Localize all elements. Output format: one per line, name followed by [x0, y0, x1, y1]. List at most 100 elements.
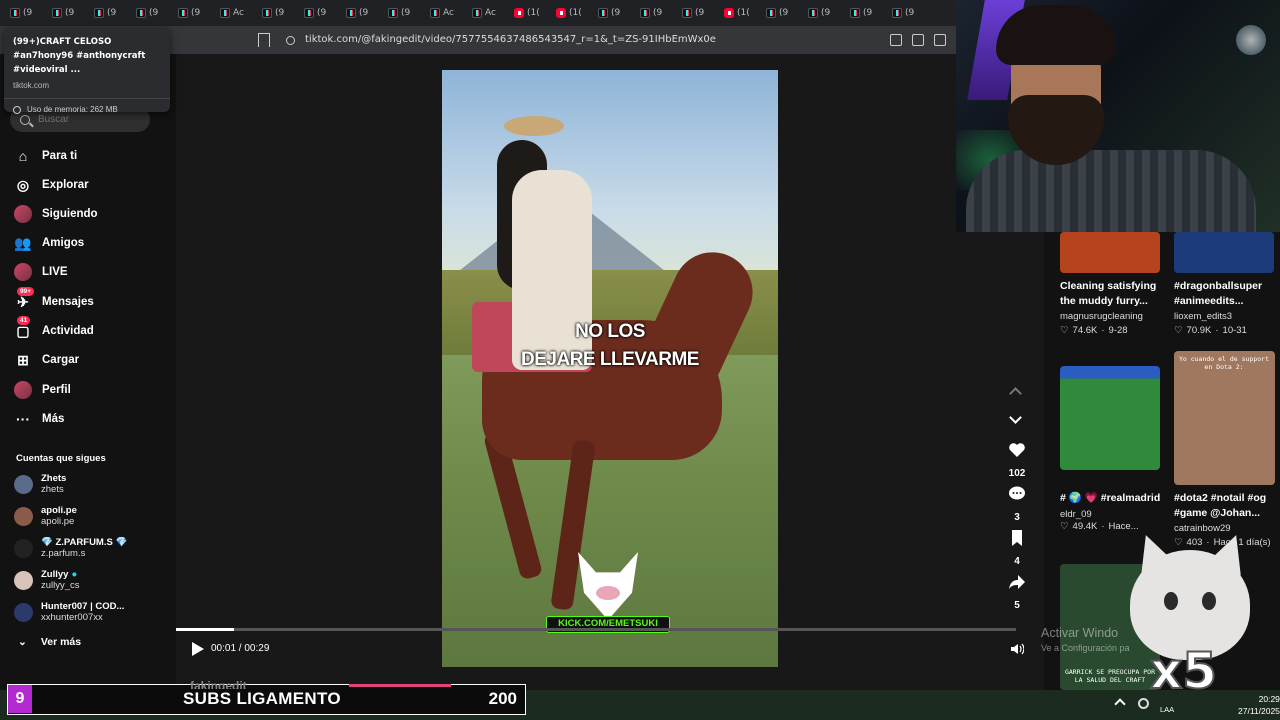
following-account[interactable]: Hunter007 | COD... xxhunter007xx [14, 601, 124, 624]
browser-tab[interactable]: (9 [172, 3, 214, 23]
avatar [14, 507, 33, 526]
recommendation-thumbnail[interactable] [1174, 232, 1274, 273]
search-icon [20, 114, 30, 125]
screen-capture-icon[interactable] [912, 34, 924, 46]
notification-badge: 99+ [17, 287, 35, 296]
recommendation-user[interactable]: magnusrugcleaning [1060, 311, 1143, 322]
bookmark-icon[interactable] [258, 33, 270, 47]
browser-tab[interactable]: (9 [130, 3, 172, 23]
browser-tab[interactable]: (1( [508, 3, 550, 23]
memory-usage: Uso de memoria: 262 MB [27, 105, 118, 114]
clock[interactable]: 20:29 27/11/2025 [1238, 693, 1280, 717]
account-name-text: Hunter007 | COD... [41, 601, 125, 612]
recommendation-thumbnail[interactable] [1060, 232, 1160, 273]
sidebar-item-mensajes[interactable]: ✈ 99+ Mensajes [14, 287, 94, 312]
video-author-partial[interactable]: fakingedit [190, 679, 300, 689]
following-account[interactable]: Zhets zhets [14, 473, 66, 496]
tiktok-icon [136, 8, 146, 18]
sidebar-item-live[interactable]: LIVE [14, 262, 68, 282]
browser-tab[interactable]: (1( [550, 3, 592, 23]
activity-icon: ▢ 41 [16, 316, 31, 339]
volume-icon[interactable] [1010, 643, 1024, 655]
comment-button[interactable]: 3 [1005, 485, 1029, 523]
tab-label: (9 [695, 8, 705, 18]
recommendation-meta: ♡ 74.6K · 9-28 [1060, 325, 1128, 336]
sidebar-item-label: LIVE [42, 266, 68, 278]
recommendation-user[interactable]: lioxem_edits3 [1174, 311, 1232, 322]
like-button[interactable]: 102 [1005, 441, 1029, 479]
sidebar-item-label: Cargar [42, 354, 80, 366]
search-input[interactable] [38, 114, 138, 125]
recommendation-thumbnail[interactable] [1060, 366, 1160, 470]
play-icon[interactable] [192, 642, 204, 656]
cat-eye [1164, 592, 1178, 610]
recommendation-title[interactable]: #dota2 #notail #og #game @Johan... [1174, 491, 1278, 521]
browser-tab[interactable]: (9 [256, 3, 298, 23]
browser-tab[interactable]: (9 [676, 3, 718, 23]
sidebar-item-más[interactable]: ··· Más [14, 409, 64, 429]
browser-tab[interactable]: (9 [4, 3, 46, 23]
sidebar-item-explorar[interactable]: ◎ Explorar [14, 175, 89, 195]
sidebar-item-label: Mensajes [42, 296, 94, 308]
following-account[interactable]: apoli.pe apoli.pe [14, 505, 77, 528]
browser-tab[interactable]: (9 [592, 3, 634, 23]
tiktok-icon [850, 8, 860, 18]
recommendation-title[interactable]: #dragonballsuper #animeedits... [1174, 279, 1278, 309]
tab-label: (9 [779, 8, 789, 18]
save-button[interactable]: 4 [1005, 529, 1029, 567]
browser-tab[interactable]: (9 [844, 3, 886, 23]
browser-tab[interactable]: (9 [46, 3, 88, 23]
avatar [14, 539, 33, 558]
recommendation-likes: 74.6K [1072, 325, 1098, 336]
recommendation-thumbnail[interactable]: Yo cuando el de support en Dota 2: [1174, 351, 1275, 485]
following-account[interactable]: Zullyy ● zullyy_cs [14, 569, 80, 592]
sidebar-item-actividad[interactable]: ▢ 41 Actividad [14, 316, 94, 341]
site-info-icon[interactable] [286, 36, 295, 45]
browser-tab[interactable]: (9 [634, 3, 676, 23]
tab-label: Ac [485, 8, 496, 18]
see-more-button[interactable]: ⌄ Ver más [18, 636, 81, 648]
clock-time: 20:29 [1258, 694, 1280, 704]
account-handle: apoli.pe [41, 516, 75, 527]
account-text: 💎 Z.PARFUM.S 💎 z.parfum.s [41, 537, 127, 560]
browser-tab[interactable]: (9 [340, 3, 382, 23]
browser-tab[interactable]: Ac [424, 3, 466, 23]
reader-mode-icon[interactable] [890, 34, 902, 46]
following-account[interactable]: 💎 Z.PARFUM.S 💎 z.parfum.s [14, 537, 127, 560]
browser-tab[interactable]: (9 [88, 3, 130, 23]
sidebar-item-amigos[interactable]: 👥 Amigos [14, 233, 84, 253]
video-frame[interactable]: NO LOS DEJARE LLEVARME KICK.COM/EMETSUKI [442, 70, 778, 667]
tiktok-icon [640, 8, 650, 18]
tab-label: (9 [65, 8, 75, 18]
browser-tab[interactable]: Ac [466, 3, 508, 23]
browser-tab[interactable]: (1( [718, 3, 760, 23]
clock-date: 27/11/2025 [1238, 706, 1280, 716]
browser-tab[interactable]: (9 [382, 3, 424, 23]
recommendation-likes: 70.9K [1186, 325, 1212, 336]
share-page-icon[interactable] [934, 34, 946, 46]
sidebar-item-perfil[interactable]: Perfil [14, 380, 71, 400]
tiktok-icon [388, 8, 398, 18]
recommendation-user[interactable]: eldr_09 [1060, 509, 1092, 520]
browser-tab[interactable]: (9 [886, 3, 928, 23]
browser-tab[interactable]: (9 [802, 3, 844, 23]
share-button[interactable]: 5 [1005, 573, 1029, 611]
recommendation-title[interactable]: # 🌍 💗 #realmadrid [1060, 491, 1164, 506]
sidebar-item-siguiendo[interactable]: Siguiendo [14, 204, 98, 224]
video-progress-bar[interactable] [176, 628, 1016, 631]
comment-icon [1009, 486, 1025, 500]
url-text[interactable]: tiktok.com/@fakingedit/video/75775546374… [305, 34, 716, 45]
comment-count: 3 [1014, 512, 1020, 523]
browser-tab[interactable]: (9 [760, 3, 802, 23]
recommendation-title[interactable]: Cleaning satisfying the muddy furry... [1060, 279, 1164, 309]
sidebar-item-cargar[interactable]: ⊞ Cargar [14, 350, 79, 370]
keyboard-language[interactable]: LAA [1160, 705, 1174, 714]
sidebar-item-para-ti[interactable]: ⌂ Para ti [14, 146, 77, 166]
browser-tab[interactable]: (9 [298, 3, 340, 23]
account-text: Zhets zhets [41, 473, 66, 496]
sync-icon[interactable] [1138, 698, 1149, 709]
browser-tab[interactable]: Ac [214, 3, 256, 23]
tiktok-icon [766, 8, 776, 18]
rider-hat [504, 116, 564, 136]
tooltip-site: tiktok.com [13, 81, 50, 90]
